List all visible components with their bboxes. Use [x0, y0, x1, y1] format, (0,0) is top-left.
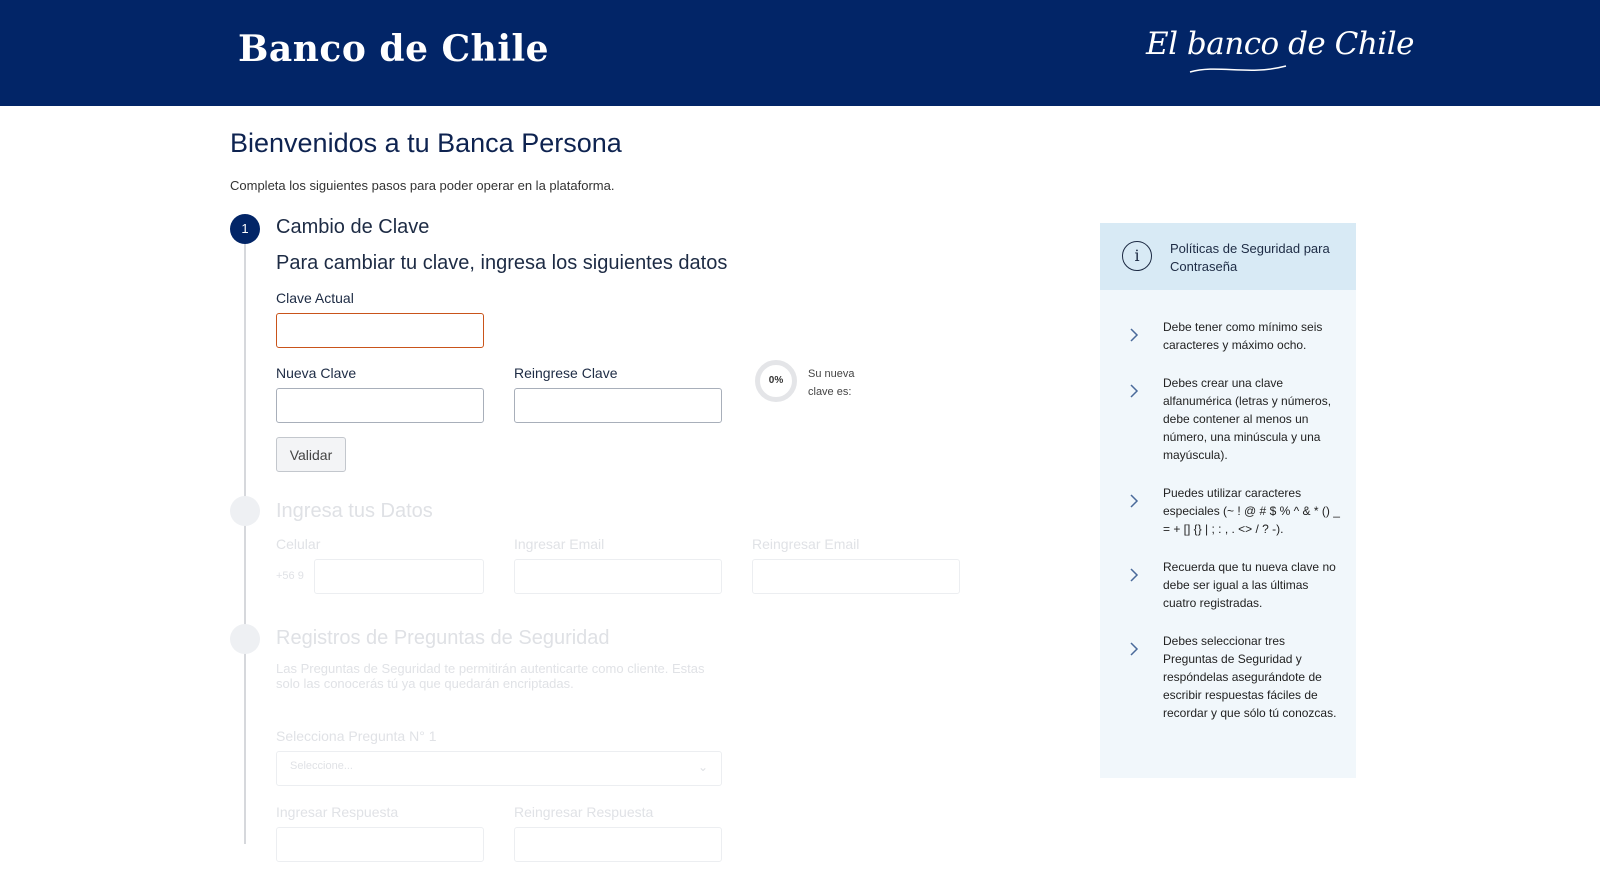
- repeat-password-input[interactable]: [514, 388, 722, 423]
- site-header: Banco de Chile El banco de Chile: [0, 0, 1600, 106]
- slogan-underline-icon: [1189, 65, 1287, 73]
- step-2-indicator: [230, 496, 260, 526]
- policy-title: Políticas de Seguridad para Contraseña: [1170, 241, 1330, 274]
- bank-logo[interactable]: Banco de Chile: [238, 28, 549, 70]
- email-repeat-input[interactable]: [752, 559, 960, 594]
- chevron-right-icon: [1130, 384, 1139, 398]
- slogan-logo: El banco de Chile: [1146, 26, 1414, 62]
- question-1-placeholder: Seleccione...: [290, 760, 353, 772]
- step-1-indicator: 1: [230, 214, 260, 244]
- email-label: Ingresar Email: [514, 536, 605, 552]
- new-password-label: Nueva Clave: [276, 365, 357, 381]
- policy-item-text: Puedes utilizar caracteres especiales (~…: [1163, 486, 1340, 536]
- policy-item-text: Debes seleccionar tres Preguntas de Segu…: [1163, 634, 1337, 720]
- policy-item-text: Debes crear una clave alfanumérica (letr…: [1163, 376, 1332, 462]
- answer-repeat-label: Reingresar Respuesta: [514, 804, 654, 820]
- chevron-right-icon: [1130, 328, 1139, 342]
- step-3-indicator: [230, 624, 260, 654]
- step-3-title: Registros de Preguntas de Seguridad: [276, 627, 610, 649]
- new-password-input[interactable]: [276, 388, 484, 423]
- question-1-label: Selecciona Pregunta N° 1: [276, 728, 437, 744]
- password-policy-panel: i Políticas de Seguridad para Contraseña…: [1100, 223, 1356, 778]
- current-password-label: Clave Actual: [276, 290, 354, 306]
- chevron-right-icon: [1130, 642, 1139, 656]
- page-subtitle: Completa los siguientes pasos para poder…: [230, 178, 615, 193]
- repeat-password-label: Reingrese Clave: [514, 365, 618, 381]
- policy-item-text: Debe tener como mínimo seis caracteres y…: [1163, 320, 1323, 352]
- steps-timeline: [244, 244, 246, 844]
- answer-input[interactable]: [276, 827, 484, 862]
- phone-prefix: +56 9: [276, 570, 304, 582]
- email-repeat-label: Reingresar Email: [752, 536, 860, 552]
- password-strength-label: Su nueva clave es:: [808, 368, 855, 398]
- phone-input[interactable]: [314, 559, 484, 594]
- step-1-subtitle: Para cambiar tu clave, ingresa los sigui…: [276, 252, 728, 274]
- answer-label: Ingresar Respuesta: [276, 804, 399, 820]
- step-3-description: Las Preguntas de Seguridad te permitirán…: [276, 661, 705, 691]
- email-input[interactable]: [514, 559, 722, 594]
- page-title: Bienvenidos a tu Banca Persona: [230, 128, 622, 158]
- phone-label: Celular: [276, 536, 321, 552]
- password-strength-gauge: 0%: [755, 360, 797, 402]
- policy-item-text: Recuerda que tu nueva clave no debe ser …: [1163, 560, 1336, 610]
- chevron-right-icon: [1130, 568, 1139, 582]
- chevron-down-icon: ⌄: [698, 760, 709, 774]
- validate-button[interactable]: Validar: [276, 437, 346, 472]
- step-1-title: Cambio de Clave: [276, 216, 430, 238]
- chevron-right-icon: [1130, 494, 1139, 508]
- current-password-input[interactable]: [276, 313, 484, 348]
- answer-repeat-input[interactable]: [514, 827, 722, 862]
- step-2-title: Ingresa tus Datos: [276, 500, 433, 522]
- policy-header: i Políticas de Seguridad para Contraseña: [1100, 223, 1356, 290]
- info-icon: i: [1122, 241, 1152, 271]
